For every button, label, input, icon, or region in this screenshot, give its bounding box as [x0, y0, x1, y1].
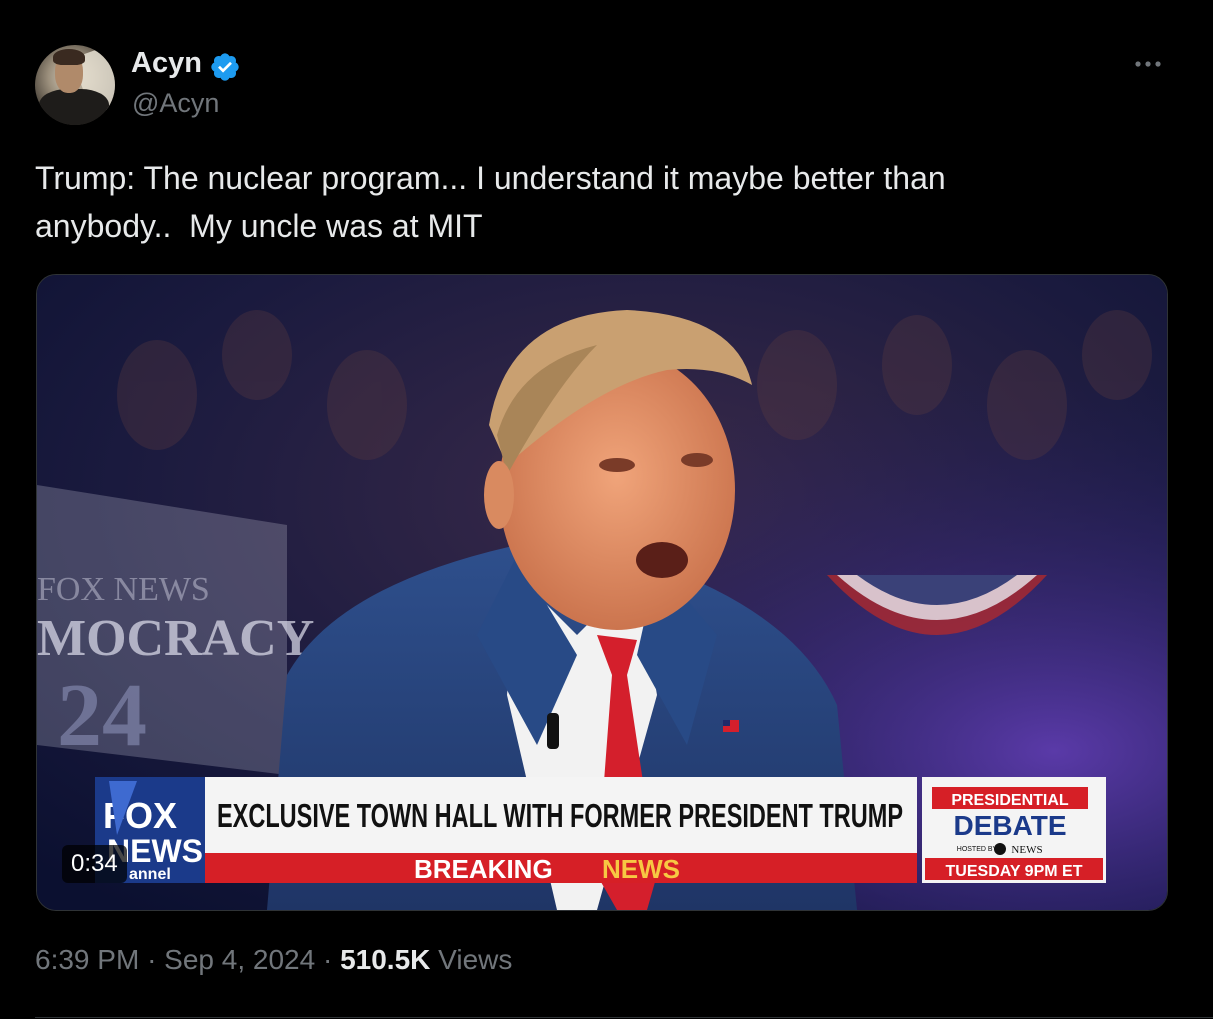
- ticker-breaking: BREAKING: [414, 854, 553, 884]
- promo-hosted: HOSTED BY: [957, 846, 998, 853]
- promo-time: TUESDAY 9PM ET: [946, 863, 1083, 880]
- tweet-time[interactable]: 6:39 PM: [35, 944, 139, 975]
- background-text: FOX NEWS: [37, 571, 210, 608]
- promo-title: PRESIDENTIAL: [951, 792, 1069, 809]
- background-text: 24: [57, 666, 147, 765]
- tweet-text: Trump: The nuclear program... I understa…: [35, 154, 1165, 250]
- promo-subtitle: DEBATE: [953, 810, 1066, 841]
- views-count: 510.5K: [340, 944, 431, 975]
- meta-separator: ·: [147, 944, 157, 975]
- verified-badge-icon: [211, 53, 239, 81]
- author-handle[interactable]: @Acyn: [132, 88, 219, 119]
- background-text: MOCRACY: [37, 610, 314, 667]
- video-duration: 0:34: [62, 845, 127, 883]
- divider: [35, 1017, 1213, 1018]
- tweet-text-line: anybody.. My uncle was at MIT: [35, 208, 483, 244]
- fox-logo-text: annel: [129, 866, 171, 883]
- tweet-text-line: Trump: The nuclear program... I understa…: [35, 160, 946, 196]
- meta-separator: ·: [322, 944, 333, 975]
- lower-third-headline: EXCLUSIVE TOWN HALL WITH FORMER PRESIDEN…: [217, 797, 903, 834]
- tweet-meta: 6:39 PM · Sep 4, 2024 · 510.5K Views: [35, 944, 512, 976]
- author-name[interactable]: Acyn: [131, 47, 202, 80]
- video-player[interactable]: FOX NEWS MOCRACY 24 FOX NEWS annel EXCLU…: [36, 274, 1168, 911]
- more-options-icon[interactable]: [1130, 52, 1166, 76]
- avatar[interactable]: [35, 45, 115, 125]
- tweet-date[interactable]: Sep 4, 2024: [164, 944, 315, 975]
- video-frame: FOX NEWS MOCRACY 24 FOX NEWS annel EXCLU…: [37, 275, 1167, 910]
- ticker-news: NEWS: [602, 854, 680, 884]
- views-label: Views: [438, 944, 513, 975]
- promo-network: NEWS: [1011, 844, 1042, 856]
